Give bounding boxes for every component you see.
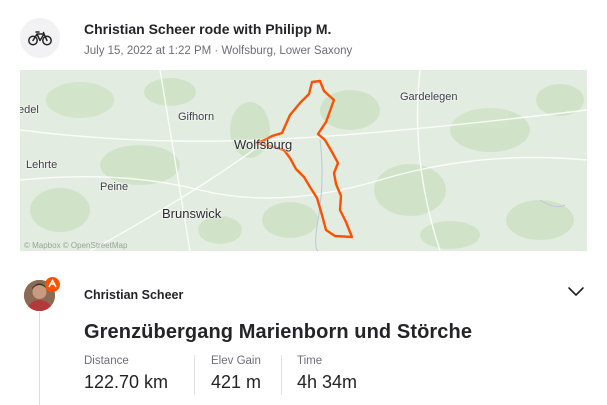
timeline-connector [39,312,40,405]
stat-elevation: Elev Gain 421 m [211,355,261,393]
bike-icon [28,31,52,46]
stat-time: Time 4h 34m [297,355,357,393]
stat-value: 421 m [211,372,262,392]
group-activity-title[interactable]: Christian Scheer rode with Philipp M. [84,21,331,37]
activity-date-location: July 15, 2022 at 1:22 PM · Wolfsburg, Lo… [84,45,353,57]
stat-distance: Distance 122.70 km [84,355,168,393]
subscriber-badge-icon [45,277,60,292]
stat-divider [281,355,282,395]
map-background [20,70,587,251]
stat-label: Time [297,355,323,367]
activity-title[interactable]: Grenzübergang Marienborn und Störche [84,321,472,344]
athlete-name[interactable]: Christian Scheer [84,288,183,302]
map-label-gifhorn: Gifhorn [178,111,215,123]
map-label-gardelegen: Gardelegen [400,91,458,103]
stat-divider [194,355,195,395]
stat-value: 4h 34m [297,372,358,392]
map-label-lehrte: Lehrte [26,159,58,171]
map-label-brunswick: Brunswick [162,206,222,221]
map-label-wolfsburg: Wolfsburg [234,137,293,152]
map-label-edel: edel [20,104,39,116]
route-map[interactable]: edel Gifhorn Gardelegen Lehrte Wolfsburg… [20,70,587,251]
map-label-peine: Peine [100,181,129,193]
activity-type-badge [20,18,60,58]
map-attribution[interactable]: © Mapbox © OpenStreetMap [24,241,127,250]
stat-value: 122.70 km [84,372,169,392]
stat-label: Distance [84,355,129,367]
stat-label: Elev Gain [211,355,261,367]
chevron-down-icon[interactable] [566,284,586,298]
